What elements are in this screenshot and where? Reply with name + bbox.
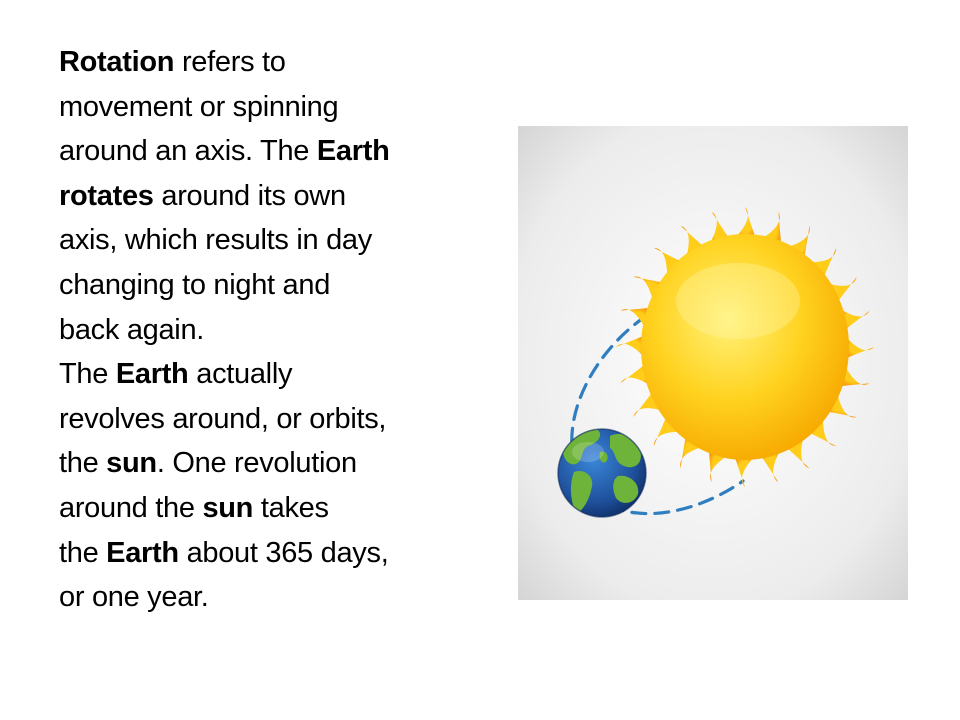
text-run: around an axis. The bbox=[59, 135, 317, 168]
bold-term: sun bbox=[106, 447, 157, 480]
bold-term: sun bbox=[202, 491, 254, 524]
text-line: changing to night and bbox=[59, 263, 469, 308]
text-run: movement or spinning bbox=[59, 90, 339, 123]
text-line: back again. bbox=[59, 308, 469, 353]
text-run: changing to night and bbox=[59, 268, 331, 301]
text-run: the bbox=[59, 536, 107, 569]
text-line: the sun. One revolution bbox=[59, 441, 469, 486]
bold-term: Earth bbox=[316, 135, 390, 168]
text-line: the Earth about 365 days, bbox=[59, 531, 469, 576]
text-line: rotates around its own bbox=[59, 174, 469, 219]
text-line: axis, which results in day bbox=[59, 218, 469, 263]
text-run: about 365 days, bbox=[178, 536, 389, 569]
text-run: The bbox=[59, 358, 116, 391]
text-line: or one year. bbox=[59, 575, 469, 620]
slide: Rotation refers to movement or spinning ar… bbox=[0, 0, 960, 720]
text-run: takes bbox=[253, 491, 329, 524]
bold-term: Earth bbox=[115, 358, 189, 391]
text-line: movement or spinning bbox=[59, 85, 469, 130]
text-line: Rotation refers to bbox=[59, 40, 469, 85]
bold-term: Earth bbox=[106, 536, 179, 569]
text-run: actually bbox=[188, 358, 293, 391]
paragraph-1: Rotation refers to movement or spinning ar… bbox=[59, 40, 469, 352]
text-run: . One revolution bbox=[156, 447, 357, 480]
text-line: around an axis. The Earth bbox=[59, 129, 469, 174]
illustration-canvas bbox=[518, 126, 908, 600]
earth-icon bbox=[557, 428, 647, 518]
bold-term: Rotation bbox=[59, 46, 175, 78]
text-line: revolves around, or orbits, bbox=[59, 397, 469, 442]
text-run: revolves around, or orbits, bbox=[59, 402, 387, 435]
paragraph-2: The Earth actually revolves around, or or… bbox=[59, 352, 469, 620]
text-run: around its own bbox=[153, 179, 346, 212]
text-line: The Earth actually bbox=[59, 352, 469, 397]
bold-term: rotates bbox=[59, 179, 154, 212]
text-run: refers to bbox=[174, 46, 286, 78]
text-run: around the bbox=[59, 491, 203, 524]
slide-body-text: Rotation refers to movement or spinning ar… bbox=[59, 40, 469, 620]
text-run: or one year. bbox=[59, 581, 209, 614]
text-run: back again. bbox=[59, 313, 205, 346]
sun-earth-illustration bbox=[518, 126, 908, 600]
text-run: axis, which results in day bbox=[59, 224, 372, 257]
text-line: around the sun takes bbox=[59, 486, 469, 531]
text-run: the bbox=[59, 447, 107, 480]
